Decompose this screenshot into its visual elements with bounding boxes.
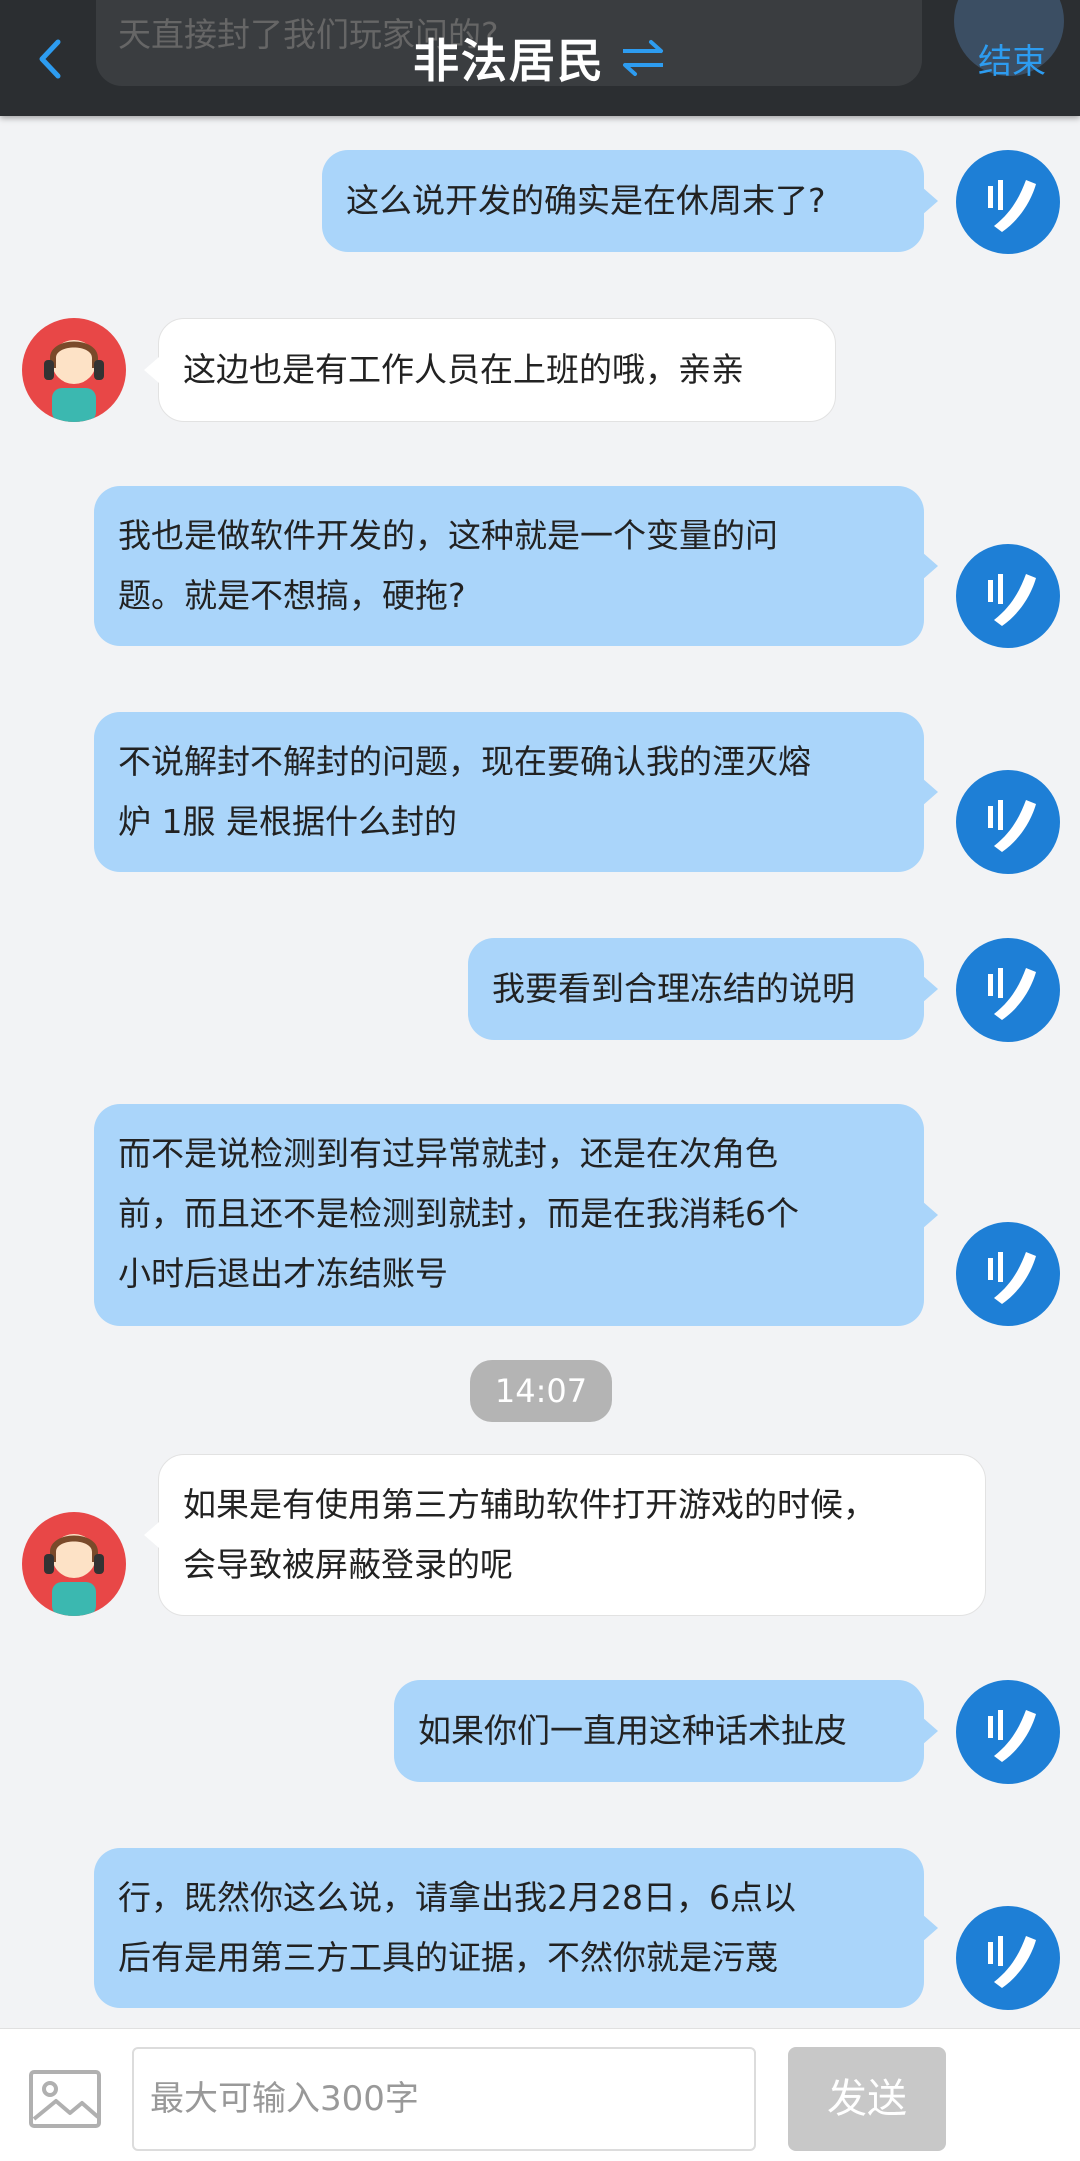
- message-bubble: 这么说开发的确实是在休周末了?: [322, 150, 938, 252]
- agent-avatar-icon: [22, 1512, 126, 1616]
- message-bubble: 如果是有使用第三方辅助软件打开游戏的时候， 会导致被屏蔽登录的呢: [144, 1454, 986, 1616]
- agent-avatar-icon: [22, 318, 126, 422]
- message-line: 小时后退出才冻结账号: [118, 1254, 448, 1293]
- message-line: 炉 1服 是根据什么封的: [118, 802, 457, 841]
- phone-avatar-icon[interactable]: [956, 1680, 1060, 1784]
- message-line: 会导致被屏蔽登录的呢: [183, 1545, 513, 1584]
- message-text: 这边也是有工作人员在上班的哦，亲亲: [183, 350, 744, 389]
- message-line: 不说解封不解封的问题，现在要确认我的湮灭熔: [118, 742, 811, 781]
- message-text: 我要看到合理冻结的说明: [492, 969, 855, 1008]
- message-bubble: 我要看到合理冻结的说明: [468, 938, 938, 1040]
- message-line: 我也是做软件开发的，这种就是一个变量的问: [118, 516, 778, 555]
- message-bubble: 如果你们一直用这种话术扯皮: [394, 1680, 938, 1782]
- message-line: 题。就是不想搞，硬拖?: [118, 576, 466, 615]
- composer-bar: 发送: [0, 2028, 1080, 2161]
- end-button[interactable]: 结束: [978, 34, 1046, 83]
- phone-avatar-icon[interactable]: [956, 1906, 1060, 2010]
- message-bubble: 我也是做软件开发的，这种就是一个变量的问 题。就是不想搞，硬拖?: [94, 486, 938, 646]
- phone-avatar-icon[interactable]: [956, 938, 1060, 1042]
- message-line: 而不是说检测到有过异常就封，还是在次角色: [118, 1134, 778, 1173]
- timestamp-badge: 14:07: [470, 1360, 612, 1422]
- message-text: 这么说开发的确实是在休周末了?: [346, 181, 826, 220]
- message-text: 如果你们一直用这种话术扯皮: [418, 1711, 847, 1750]
- swap-icon[interactable]: [619, 38, 667, 78]
- message-line: 如果是有使用第三方辅助软件打开游戏的时候，: [183, 1485, 876, 1524]
- message-input[interactable]: [132, 2047, 756, 2151]
- message-line: 前，而且还不是检测到就封，而是在我消耗6个: [118, 1194, 799, 1233]
- title-container: 非法居民: [0, 0, 1080, 116]
- message-line: 行，既然你这么说，请拿出我2月28日，6点以: [118, 1878, 796, 1917]
- send-button[interactable]: 发送: [788, 2047, 946, 2151]
- message-bubble: 行，既然你这么说，请拿出我2月28日，6点以 后有是用第三方工具的证据，不然你就…: [94, 1848, 938, 2008]
- message-bubble: 不说解封不解封的问题，现在要确认我的湮灭熔 炉 1服 是根据什么封的: [94, 712, 938, 872]
- phone-avatar-icon[interactable]: [956, 1222, 1060, 1326]
- page-title: 非法居民: [413, 34, 605, 88]
- message-bubble: 这边也是有工作人员在上班的哦，亲亲: [144, 318, 836, 422]
- phone-avatar-icon[interactable]: [956, 544, 1060, 648]
- top-bar: 天直接封了我们玩家问的? 非法居民 结束: [0, 0, 1080, 116]
- message-bubble: 而不是说检测到有过异常就封，还是在次角色 前，而且还不是检测到就封，而是在我消耗…: [94, 1104, 938, 1326]
- message-line: 后有是用第三方工具的证据，不然你就是污蔑: [118, 1938, 778, 1977]
- phone-avatar-icon[interactable]: [956, 770, 1060, 874]
- phone-avatar-icon[interactable]: [956, 150, 1060, 254]
- image-icon[interactable]: [28, 2069, 102, 2129]
